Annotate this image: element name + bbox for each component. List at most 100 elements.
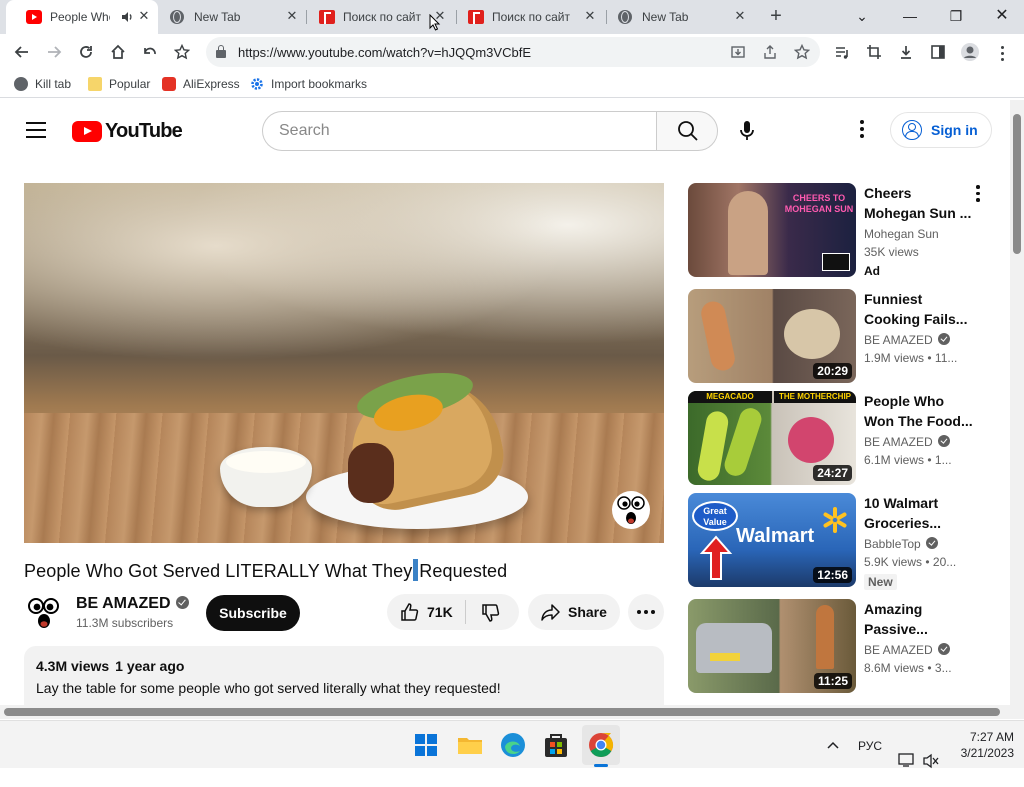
- video-taco-filling: [348, 443, 394, 503]
- tab-yandex-2[interactable]: Поиск по сайт ✕: [458, 0, 608, 34]
- settings-kebab-icon[interactable]: [852, 120, 872, 142]
- windows-start-icon[interactable]: [412, 731, 440, 759]
- like-thumb-up-icon[interactable]: [399, 601, 421, 623]
- tab-search-chevron-icon[interactable]: ⌄: [842, 4, 882, 28]
- related-channel-text[interactable]: BE AMAZED: [864, 643, 933, 657]
- dislike-thumb-down-icon[interactable]: [480, 602, 502, 624]
- related-title[interactable]: People Who Won The Food...: [864, 391, 974, 431]
- forward-arrow-icon[interactable]: [40, 38, 68, 66]
- related-channel[interactable]: BE AMAZED: [864, 643, 950, 657]
- related-title[interactable]: 10 Walmart Groceries...: [864, 493, 974, 533]
- edge-icon[interactable]: [499, 731, 527, 759]
- search-input[interactable]: Search: [262, 111, 656, 151]
- show-hidden-icons-chevron-icon[interactable]: [826, 737, 840, 785]
- tab-close-icon[interactable]: ✕: [284, 8, 300, 24]
- window-close-icon[interactable]: ✕: [982, 4, 1022, 28]
- install-app-icon[interactable]: [726, 40, 750, 64]
- tab-close-icon[interactable]: ✕: [582, 8, 598, 24]
- related-channel-text[interactable]: BE AMAZED: [864, 435, 933, 449]
- address-bar[interactable]: https://www.youtube.com/watch?v=hJQQm3VC…: [206, 37, 820, 67]
- related-thumbnail[interactable]: 20:29: [688, 289, 856, 383]
- related-channel[interactable]: BE AMAZED: [864, 435, 950, 449]
- network-icon[interactable]: [898, 736, 916, 784]
- share-button[interactable]: Share: [528, 594, 620, 630]
- tab-new-tab-2[interactable]: New Tab ✕: [608, 0, 758, 34]
- upload-age: 1 year ago: [115, 658, 185, 674]
- voice-search-mic-icon[interactable]: [732, 116, 762, 146]
- video-duration: 11:25: [813, 673, 852, 689]
- bookmark-kill-tab[interactable]: Kill tab: [14, 76, 71, 92]
- related-thumbnail[interactable]: 11:25: [688, 599, 856, 693]
- bookmark-popular[interactable]: Popular: [88, 76, 150, 92]
- file-explorer-icon[interactable]: [456, 731, 484, 759]
- related-video-item[interactable]: 20:29 Funniest Cooking Fails... BE AMAZE…: [688, 289, 998, 385]
- related-menu-kebab-icon[interactable]: [974, 185, 982, 205]
- channel-name[interactable]: BE AMAZED: [76, 595, 189, 613]
- share-page-icon[interactable]: [758, 40, 782, 64]
- related-thumbnail[interactable]: MEGACADO THE MOTHERCHIP 24:27: [688, 391, 856, 485]
- more-actions-button[interactable]: [628, 594, 664, 630]
- chrome-icon[interactable]: [587, 731, 615, 759]
- channel-name-text[interactable]: BE AMAZED: [76, 595, 171, 612]
- speaker-mute-icon[interactable]: [922, 737, 940, 785]
- vertical-scrollbar-thumb[interactable]: [1013, 114, 1021, 254]
- related-channel[interactable]: Mohegan Sun: [864, 227, 939, 241]
- minimize-icon[interactable]: —: [890, 4, 930, 28]
- reload-icon[interactable]: [72, 38, 100, 66]
- guide-menu-icon[interactable]: [26, 122, 46, 138]
- restore-icon[interactable]: ❐: [936, 4, 976, 28]
- tab-close-icon[interactable]: ✕: [732, 8, 748, 24]
- related-title[interactable]: Amazing Passive...: [864, 599, 974, 639]
- description-box[interactable]: 4.3M views 1 year ago Lay the table for s…: [24, 646, 664, 705]
- bookmark-aliexpress[interactable]: AliExpress: [162, 76, 240, 92]
- vertical-scrollbar[interactable]: [1010, 100, 1024, 705]
- related-thumbnail[interactable]: CHEERS TO MOHEGAN SUN: [688, 183, 856, 277]
- related-thumbnail[interactable]: Great Value Walmart 12:56: [688, 493, 856, 587]
- tab-close-icon[interactable]: ✕: [136, 8, 152, 24]
- related-video-item[interactable]: 11:25 Amazing Passive... BE AMAZED 8.6M …: [688, 599, 998, 695]
- related-channel-text[interactable]: BabbleTop: [864, 537, 921, 551]
- system-clock[interactable]: 7:27 AM 3/21/2023: [948, 729, 1014, 761]
- crop-screenshot-icon[interactable]: [860, 38, 888, 66]
- tab-youtube[interactable]: People Who ✕: [6, 0, 158, 34]
- related-views: 35K views: [864, 245, 919, 259]
- profile-avatar-icon[interactable]: [956, 38, 984, 66]
- related-title[interactable]: Cheers Mohegan Sun ...: [864, 183, 974, 223]
- downloads-icon[interactable]: [892, 38, 920, 66]
- related-video-item[interactable]: Great Value Walmart 12:56 10 Walmart Gro…: [688, 493, 998, 590]
- new-tab-plus-icon[interactable]: +: [764, 6, 788, 28]
- chrome-menu-icon[interactable]: [988, 38, 1016, 66]
- bookmark-star-icon[interactable]: [168, 38, 196, 66]
- related-title[interactable]: Funniest Cooking Fails...: [864, 289, 974, 329]
- related-video-item[interactable]: CHEERS TO MOHEGAN SUN Cheers Mohegan Sun…: [688, 183, 998, 279]
- like-count[interactable]: 71K: [427, 604, 453, 620]
- related-channel[interactable]: BabbleTop: [864, 537, 938, 551]
- tab-new-tab-1[interactable]: New Tab ✕: [158, 0, 308, 34]
- sign-in-button[interactable]: Sign in: [890, 112, 992, 148]
- horizontal-scrollbar-thumb[interactable]: [4, 708, 1000, 716]
- bookmark-page-star-icon[interactable]: [790, 40, 814, 64]
- store-icon[interactable]: [542, 731, 570, 759]
- related-video-item[interactable]: MEGACADO THE MOTHERCHIP 24:27 People Who…: [688, 391, 998, 487]
- related-channel-text[interactable]: BE AMAZED: [864, 333, 933, 347]
- channel-watermark-icon[interactable]: [610, 489, 652, 531]
- back-arrow-icon[interactable]: [8, 38, 36, 66]
- speaker-audio-icon[interactable]: [121, 11, 134, 23]
- subscribe-button[interactable]: Subscribe: [206, 595, 300, 631]
- lock-icon[interactable]: [216, 45, 226, 58]
- video-player[interactable]: [24, 183, 664, 543]
- input-language[interactable]: РУС: [858, 739, 882, 787]
- url-text[interactable]: https://www.youtube.com/watch?v=hJQQm3VC…: [238, 45, 531, 60]
- horizontal-scrollbar[interactable]: [0, 705, 1024, 719]
- related-channel[interactable]: BE AMAZED: [864, 333, 950, 347]
- tab-yandex-1[interactable]: Поиск по сайт ✕: [308, 0, 458, 34]
- search-button[interactable]: [656, 111, 718, 151]
- youtube-logo[interactable]: YouTube: [72, 120, 183, 142]
- search-icon: [678, 121, 698, 141]
- bookmark-import[interactable]: Import bookmarks: [250, 76, 367, 92]
- side-panel-icon[interactable]: [924, 38, 952, 66]
- channel-avatar[interactable]: [24, 592, 64, 632]
- media-controls-icon[interactable]: [828, 38, 856, 66]
- undo-icon[interactable]: [136, 38, 164, 66]
- home-icon[interactable]: [104, 38, 132, 66]
